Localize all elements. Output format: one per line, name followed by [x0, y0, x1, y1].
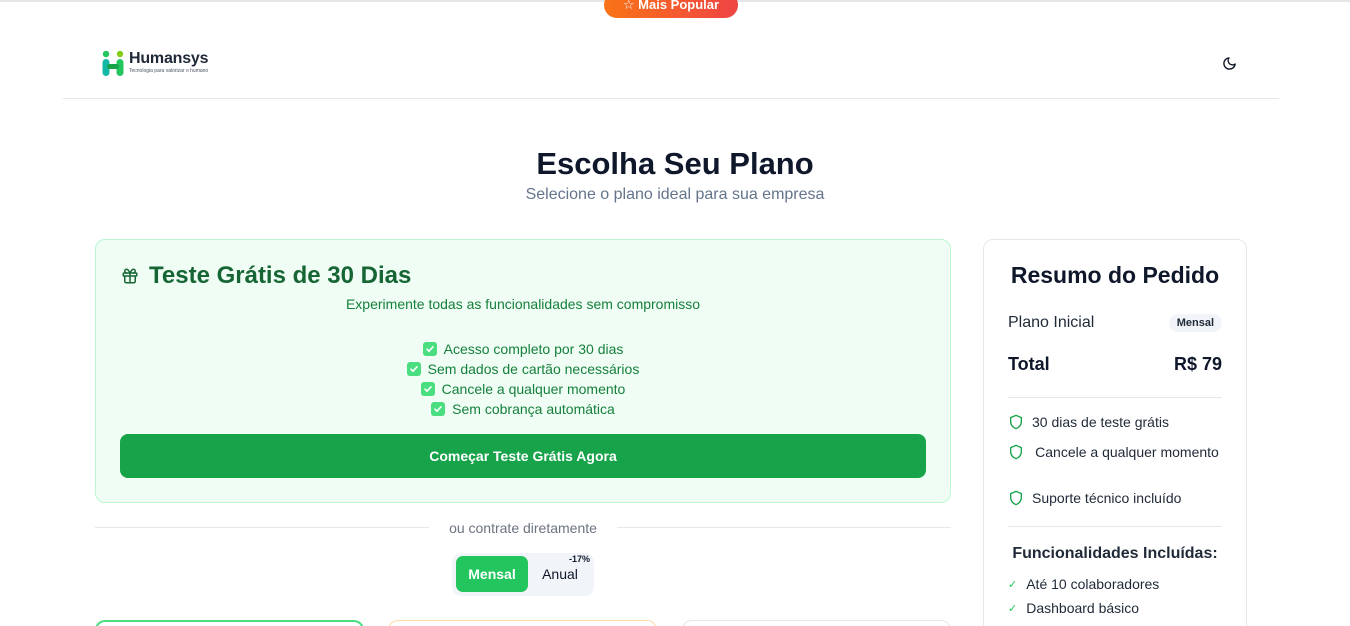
trial-title: Teste Grátis de 30 Dias	[149, 262, 412, 289]
feature-item: ✓ Dashboard básico	[1008, 600, 1139, 616]
logo[interactable]: Humansys Tecnologia para valorizar o hum…	[101, 50, 209, 78]
plan-card-enterprise[interactable]	[682, 620, 951, 626]
trial-benefit-text: Sem cobrança automática	[452, 401, 615, 417]
trial-benefit-text: Acesso completo por 30 dias	[443, 341, 624, 357]
guarantee-text: 30 dias de teste grátis	[1032, 414, 1169, 430]
start-free-trial-button[interactable]: Começar Teste Grátis Agora	[120, 434, 926, 478]
summary-divider	[1008, 526, 1222, 527]
trial-benefit-item: Acesso completo por 30 dias	[96, 339, 950, 359]
trial-benefit-text: Cancele a qualquer momento	[441, 381, 626, 397]
trial-benefit-item: Cancele a qualquer momento	[96, 379, 950, 399]
guarantee-text: Cancele a qualquer momento	[1035, 444, 1219, 460]
checkbox-check-icon	[431, 402, 446, 416]
shield-icon	[1008, 414, 1024, 430]
divider-text: ou contrate diretamente	[433, 520, 613, 536]
shield-icon	[1008, 444, 1024, 460]
guarantee-item: 30 dias de teste grátis	[1008, 414, 1222, 430]
trial-benefit-item: Sem dados de cartão necessários	[96, 359, 950, 379]
plan-card-popular[interactable]	[388, 620, 657, 626]
annual-discount-badge: -17%	[569, 554, 591, 564]
check-icon: ✓	[1008, 602, 1018, 615]
trial-benefit-item: Sem cobrança automática	[96, 399, 950, 419]
divider: ou contrate diretamente	[95, 518, 951, 538]
most-popular-badge: ☆ Mais Popular	[604, 0, 738, 18]
page-title: Escolha Seu Plano	[536, 146, 814, 181]
trial-benefits-list: Acesso completo por 30 dias Sem dados de…	[96, 339, 950, 419]
total-value: R$ 79	[1173, 354, 1222, 374]
page-subtitle: Selecione o plano ideal para sua empresa	[525, 186, 825, 203]
gift-icon	[121, 267, 139, 285]
logo-name: Humansys	[129, 50, 209, 67]
header: Humansys Tecnologia para valorizar o hum…	[63, 34, 1279, 99]
guarantee-item: Cancele a qualquer momento	[1008, 442, 1222, 462]
feature-item: ✓ Até 10 colaboradores	[1008, 576, 1159, 592]
billing-period-badge: Mensal	[1168, 314, 1222, 332]
billing-period-toggle: Mensal Anual -17%	[452, 553, 594, 596]
checkbox-check-icon	[420, 382, 435, 396]
checkbox-check-icon	[406, 362, 421, 376]
trial-subtitle: Experimente todas as funcionalidades sem…	[345, 296, 701, 312]
logo-mark-icon	[101, 50, 125, 78]
selected-plan-name: Plano Inicial	[1008, 314, 1095, 331]
order-summary-card: Resumo do Pedido Plano Inicial Mensal To…	[983, 239, 1247, 626]
moon-icon	[1222, 56, 1237, 76]
total-label: Total	[1008, 354, 1050, 374]
billing-monthly-option[interactable]: Mensal	[456, 556, 528, 592]
guarantee-text: Suporte técnico incluído	[1032, 490, 1182, 506]
logo-tagline: Tecnologia para valorizar o humano	[129, 68, 209, 74]
shield-icon	[1008, 490, 1024, 506]
summary-divider	[1008, 397, 1222, 398]
trial-benefit-text: Sem dados de cartão necessários	[427, 361, 640, 377]
summary-title: Resumo do Pedido	[1010, 262, 1220, 288]
feature-text: Até 10 colaboradores	[1026, 576, 1160, 592]
theme-toggle-button[interactable]	[1220, 57, 1238, 75]
features-title: Funcionalidades Incluídas:	[1012, 545, 1218, 562]
feature-text: Dashboard básico	[1026, 600, 1140, 616]
free-trial-card: Teste Grátis de 30 Dias Experimente toda…	[95, 239, 951, 503]
checkbox-check-icon	[422, 342, 437, 356]
check-icon: ✓	[1008, 578, 1018, 591]
plan-card-starter[interactable]	[95, 620, 364, 626]
guarantee-item: Suporte técnico incluído	[1008, 490, 1222, 506]
